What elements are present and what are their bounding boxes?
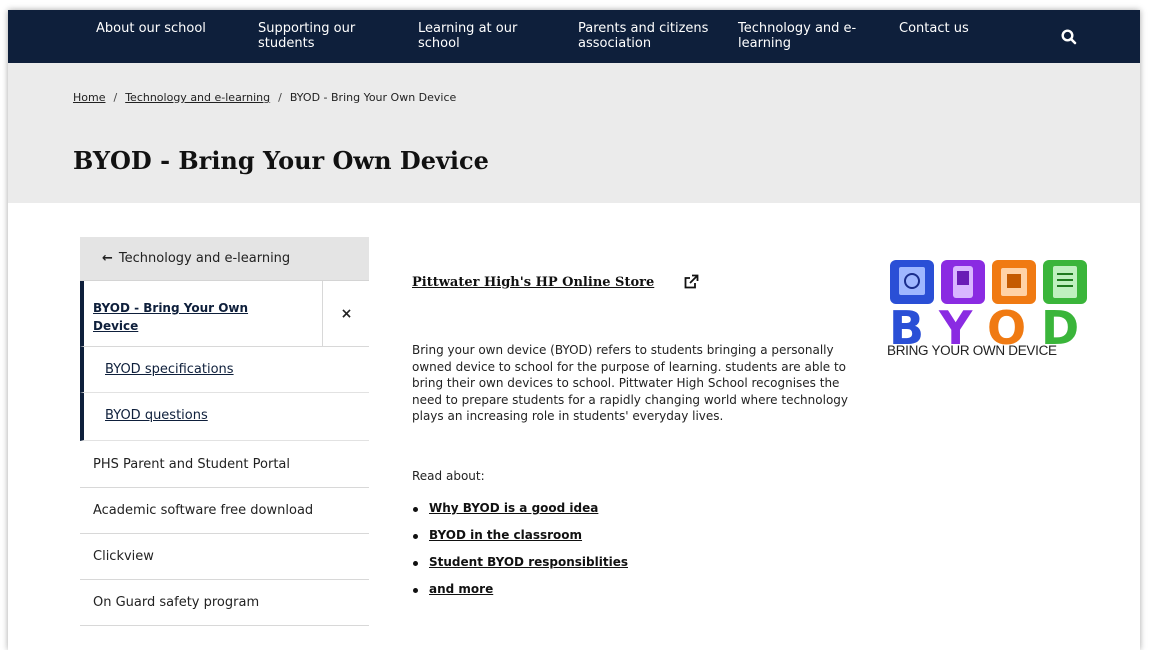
browser-page: About our school Supporting our students… bbox=[8, 10, 1140, 650]
read-about-list: Why BYOD is a good idea BYOD in the clas… bbox=[412, 501, 628, 609]
nav-item-learning[interactable]: Learning at our school bbox=[418, 21, 517, 51]
logo-caption: BRING YOUR OWN DEVICE bbox=[887, 343, 1057, 358]
online-store-link[interactable]: Pittwater High's HP Online Store bbox=[412, 275, 654, 290]
breadcrumb-current: BYOD - Bring Your Own Device bbox=[289, 91, 457, 104]
link-why-byod[interactable]: Why BYOD is a good idea bbox=[429, 501, 598, 515]
byod-logo: B Y O D BRING YOUR OWN DEVICE bbox=[887, 258, 1092, 368]
list-item: BYOD in the classroom bbox=[412, 528, 628, 555]
nav-item-contact[interactable]: Contact us bbox=[899, 21, 969, 36]
nav-item-parents[interactable]: Parents and citizens association bbox=[578, 21, 708, 51]
sidebar-item-byod-label[interactable]: BYOD - Bring Your Own Device bbox=[93, 299, 293, 335]
sidebar-item-on-guard[interactable]: On Guard safety program bbox=[80, 580, 369, 626]
breadcrumb-separator: / bbox=[278, 91, 282, 104]
logo-letter-o: O bbox=[987, 301, 1026, 346]
link-and-more[interactable]: and more bbox=[429, 582, 493, 596]
sidebar-subitem-specifications-label[interactable]: BYOD specifications bbox=[105, 362, 234, 377]
breadcrumb-home[interactable]: Home bbox=[73, 91, 105, 104]
breadcrumb-technology[interactable]: Technology and e-learning bbox=[125, 91, 270, 104]
intro-paragraph: Bring your own device (BYOD) refers to s… bbox=[412, 343, 849, 423]
sidebar-subitem-questions-label[interactable]: BYOD questions bbox=[105, 408, 208, 423]
nav-item-about[interactable]: About our school bbox=[96, 21, 206, 36]
sidebar-subitem-questions: BYOD questions bbox=[80, 393, 369, 441]
page-title: BYOD - Bring Your Own Device bbox=[73, 146, 489, 175]
sidebar-item-clickview[interactable]: Clickview bbox=[80, 534, 369, 580]
page-header-band: Home / Technology and e-learning / BYOD - Br… bbox=[8, 63, 1140, 203]
close-icon[interactable]: × bbox=[322, 281, 370, 346]
list-item: Student BYOD responsiblities bbox=[412, 555, 628, 582]
nav-item-supporting[interactable]: Supporting our students bbox=[258, 21, 355, 51]
arrow-left-icon: ← bbox=[102, 251, 113, 266]
logo-letter-y: Y bbox=[938, 301, 973, 346]
list-item: and more bbox=[412, 582, 628, 609]
read-about-label: Read about: bbox=[412, 469, 485, 483]
nav-item-technology[interactable]: Technology and e- learning bbox=[738, 21, 856, 51]
breadcrumb-separator: / bbox=[113, 91, 118, 104]
breadcrumb: Home / Technology and e-learning / BYOD - Br… bbox=[73, 91, 456, 104]
sidebar-item-byod: BYOD - Bring Your Own Device × bbox=[80, 281, 369, 347]
sidebar-subitem-specifications: BYOD specifications bbox=[80, 347, 369, 393]
top-navigation: About our school Supporting our students… bbox=[8, 10, 1140, 63]
sidebar-back-label: Technology and e-learning bbox=[118, 251, 291, 266]
sidebar-item-portal[interactable]: PHS Parent and Student Portal bbox=[80, 442, 369, 488]
link-byod-classroom[interactable]: BYOD in the classroom bbox=[429, 528, 582, 542]
search-icon[interactable] bbox=[1060, 28, 1078, 46]
logo-letter-d: D bbox=[1041, 301, 1079, 346]
list-item: Why BYOD is a good idea bbox=[412, 501, 628, 528]
byod-logo-graphic: B Y O D bbox=[889, 260, 1087, 355]
sidebar-back-link[interactable]: ← Technology and e-learning bbox=[80, 237, 369, 281]
link-responsibilities[interactable]: Student BYOD responsiblities bbox=[429, 555, 628, 569]
logo-letter-b: B bbox=[889, 301, 924, 346]
external-link-icon[interactable] bbox=[683, 274, 699, 290]
sidebar-item-academic-software[interactable]: Academic software free download bbox=[80, 488, 369, 534]
